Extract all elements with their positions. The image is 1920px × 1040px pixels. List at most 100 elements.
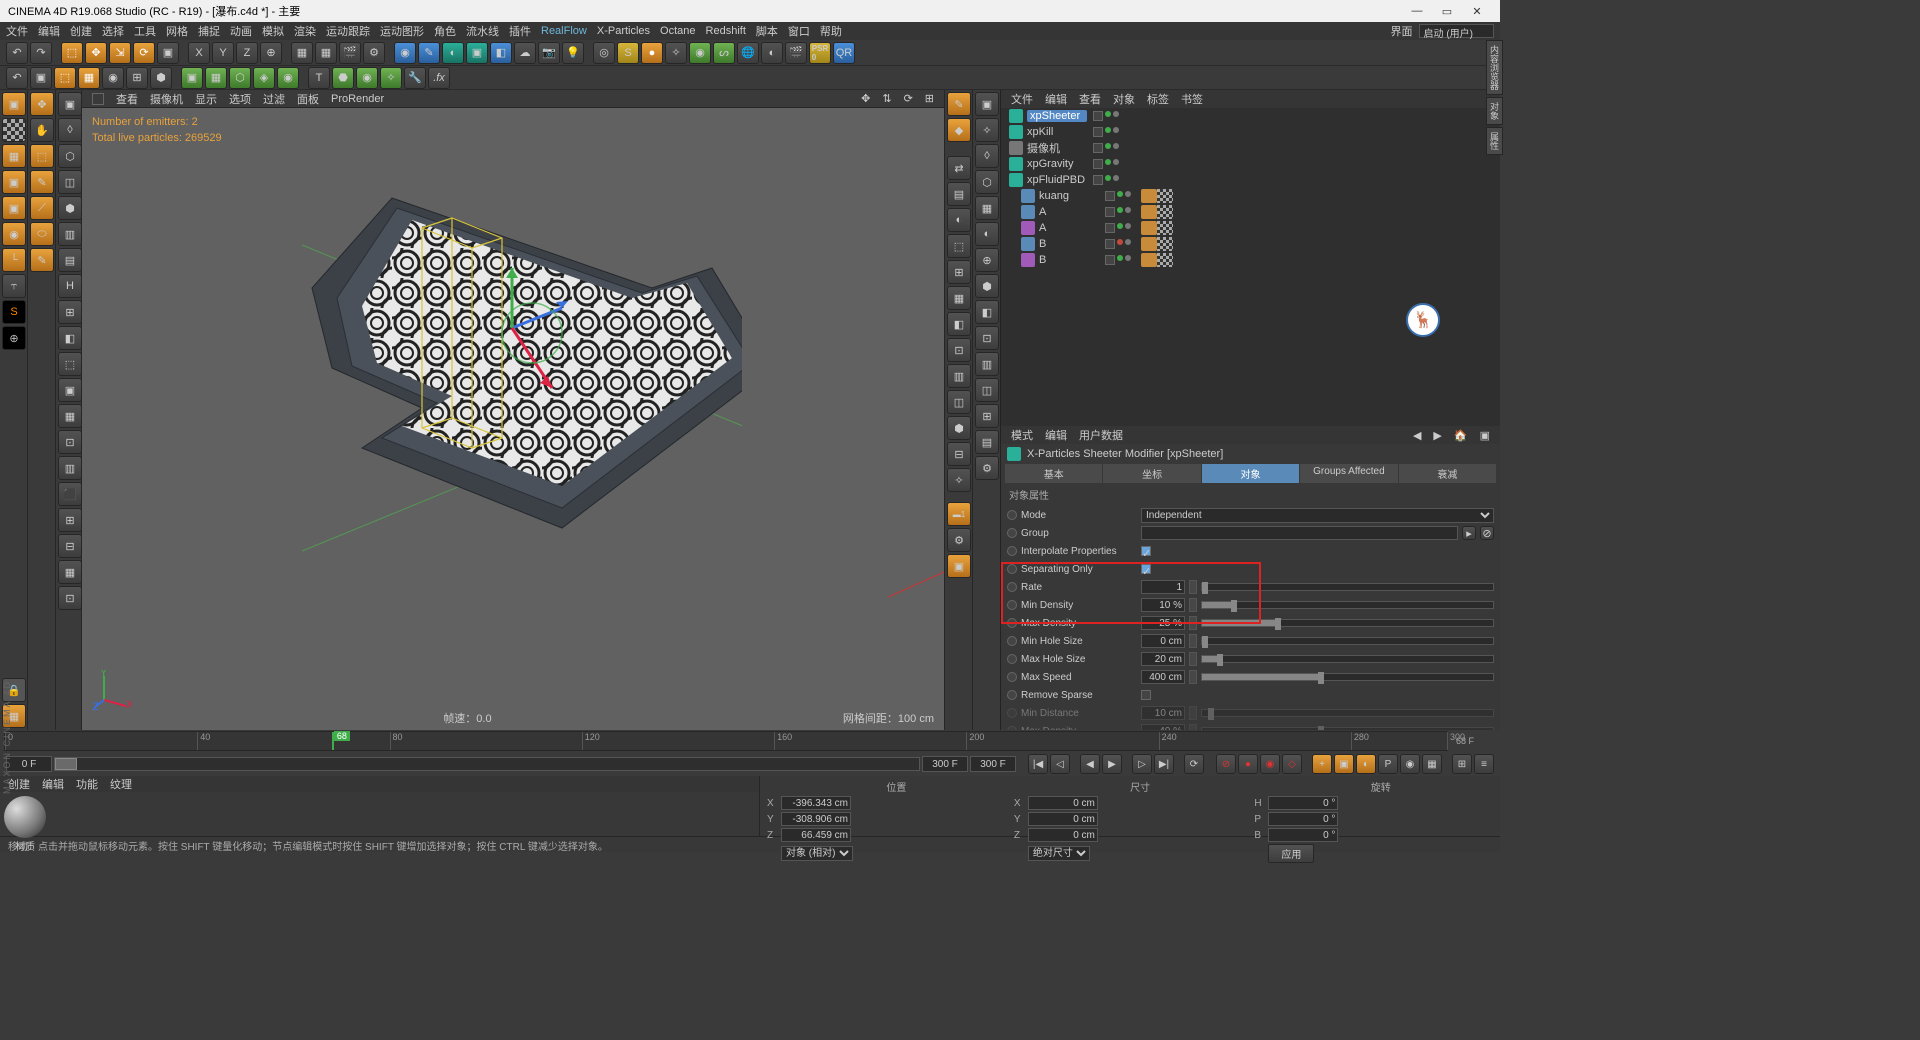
- om-menu[interactable]: 书签: [1181, 91, 1203, 107]
- tb2-5[interactable]: ◉: [102, 67, 124, 89]
- rp2-8[interactable]: ⬢: [975, 274, 999, 298]
- layer-toggle[interactable]: [1105, 255, 1115, 265]
- menu-item[interactable]: 脚本: [756, 23, 778, 39]
- rp1-1[interactable]: ✎: [947, 92, 971, 116]
- size-x[interactable]: [1028, 796, 1098, 810]
- hand-icon[interactable]: ✋: [30, 118, 54, 142]
- rp2-5[interactable]: ▦: [975, 196, 999, 220]
- size-z[interactable]: [1028, 828, 1098, 842]
- vp-menu[interactable]: ProRender: [331, 93, 384, 105]
- object-row[interactable]: xpFluidPBD: [1001, 172, 1500, 188]
- make-editable[interactable]: ▣: [2, 92, 26, 116]
- k3[interactable]: ◐: [1356, 754, 1376, 774]
- rot-p[interactable]: [1268, 812, 1338, 826]
- radio-icon[interactable]: [1007, 690, 1017, 700]
- menu-item[interactable]: 动画: [230, 23, 252, 39]
- vis-render[interactable]: [1125, 239, 1131, 245]
- min-hole-input[interactable]: [1141, 634, 1185, 648]
- tb2-13[interactable]: T: [308, 67, 330, 89]
- am-tab-falloff[interactable]: 衰减: [1399, 464, 1496, 483]
- rp2-9[interactable]: ◧: [975, 300, 999, 324]
- object-row[interactable]: xpSheeter: [1001, 108, 1500, 124]
- am-tab-coord[interactable]: 坐标: [1103, 464, 1200, 483]
- lp3-20[interactable]: ⊡: [58, 586, 82, 610]
- side-tab[interactable]: 内容浏览器: [1486, 40, 1503, 95]
- render-view[interactable]: ▦: [291, 42, 313, 64]
- object-mode[interactable]: ▣: [2, 196, 26, 220]
- tb2-15[interactable]: ◉: [356, 67, 378, 89]
- group-field[interactable]: [1141, 526, 1458, 540]
- om-menu[interactable]: 对象: [1113, 91, 1135, 107]
- interpolate-check[interactable]: ✓: [1141, 546, 1151, 556]
- am-menu[interactable]: 用户数据: [1079, 427, 1123, 443]
- vp-toggle[interactable]: [92, 93, 104, 105]
- rp1-gear[interactable]: ⚙: [947, 528, 971, 552]
- vis-render[interactable]: [1125, 191, 1131, 197]
- group-clear[interactable]: ⊘: [1480, 526, 1494, 540]
- lt-2[interactable]: ✎: [30, 170, 54, 194]
- apply-button[interactable]: 应用: [1268, 844, 1314, 863]
- k7[interactable]: ⊞: [1452, 754, 1472, 774]
- render-pv[interactable]: 🎬: [339, 42, 361, 64]
- radio-icon[interactable]: [1007, 546, 1017, 556]
- max-speed-input[interactable]: [1141, 670, 1185, 684]
- lp3-16[interactable]: ⬛: [58, 482, 82, 506]
- range-end-r2[interactable]: [970, 756, 1016, 772]
- scale-tool[interactable]: ⇲: [109, 42, 131, 64]
- cube-primitive[interactable]: ◉: [394, 42, 416, 64]
- range-start-input[interactable]: [6, 756, 52, 772]
- menu-item[interactable]: 工具: [134, 23, 156, 39]
- model-mode[interactable]: ▦: [2, 144, 26, 168]
- layer-toggle[interactable]: [1093, 111, 1103, 121]
- object-row[interactable]: xpGravity: [1001, 156, 1500, 172]
- mat-menu[interactable]: 功能: [76, 776, 98, 792]
- render-settings[interactable]: ⚙: [363, 42, 385, 64]
- environment[interactable]: ☁: [514, 42, 536, 64]
- move-icon[interactable]: ✥: [30, 92, 54, 116]
- vp-nav-icon[interactable]: ⇅: [882, 92, 891, 105]
- recent-tool[interactable]: ▣: [157, 42, 179, 64]
- layer-toggle[interactable]: [1093, 175, 1103, 185]
- min-density-input[interactable]: [1141, 598, 1185, 612]
- xp-icon[interactable]: ◎: [593, 42, 615, 64]
- rp1-11[interactable]: ▥: [947, 364, 971, 388]
- lock-y[interactable]: Y: [212, 42, 234, 64]
- autokey[interactable]: ◉: [1260, 754, 1280, 774]
- lt-1[interactable]: ⬚: [30, 144, 54, 168]
- radio-icon[interactable]: [1007, 510, 1017, 520]
- menu-octane[interactable]: Octane: [660, 25, 695, 37]
- tb2-4[interactable]: ▦: [78, 67, 100, 89]
- layer-toggle[interactable]: [1093, 127, 1103, 137]
- lp3-3[interactable]: ⬡: [58, 144, 82, 168]
- menu-item[interactable]: 编辑: [38, 23, 60, 39]
- rp1-6[interactable]: ⬚: [947, 234, 971, 258]
- menu-redshift[interactable]: Redshift: [706, 25, 746, 37]
- vis-editor[interactable]: [1117, 191, 1123, 197]
- pos-x[interactable]: [781, 796, 851, 810]
- redo-button[interactable]: ↷: [30, 42, 52, 64]
- lp3-18[interactable]: ⊟: [58, 534, 82, 558]
- scrub-bar[interactable]: [54, 757, 920, 771]
- poly-a-mode[interactable]: ⊕: [2, 326, 26, 350]
- rp2-2[interactable]: ✧: [975, 118, 999, 142]
- min-density-slider[interactable]: [1201, 601, 1494, 609]
- rp2-11[interactable]: ▥: [975, 352, 999, 376]
- rp1-14[interactable]: ⊟: [947, 442, 971, 466]
- mat-menu[interactable]: 纹理: [110, 776, 132, 792]
- remove-sparse-check[interactable]: [1141, 690, 1151, 700]
- object-row[interactable]: B: [1001, 252, 1500, 268]
- vp-nav-icon[interactable]: ⟳: [904, 92, 913, 105]
- layer-toggle[interactable]: [1105, 191, 1115, 201]
- tb2-2[interactable]: ▣: [30, 67, 52, 89]
- keysel[interactable]: ◇: [1282, 754, 1302, 774]
- rp1-9[interactable]: ◧: [947, 312, 971, 336]
- vis-editor[interactable]: [1117, 239, 1123, 245]
- om-menu[interactable]: 编辑: [1045, 91, 1067, 107]
- rate-input[interactable]: [1141, 580, 1185, 594]
- vp-nav-icon[interactable]: ✥: [861, 92, 870, 105]
- lp3-11[interactable]: ⬚: [58, 352, 82, 376]
- qr-button[interactable]: QR: [833, 42, 855, 64]
- object-row[interactable]: A: [1001, 220, 1500, 236]
- vis-editor[interactable]: [1105, 127, 1111, 133]
- layer-toggle[interactable]: [1093, 159, 1103, 169]
